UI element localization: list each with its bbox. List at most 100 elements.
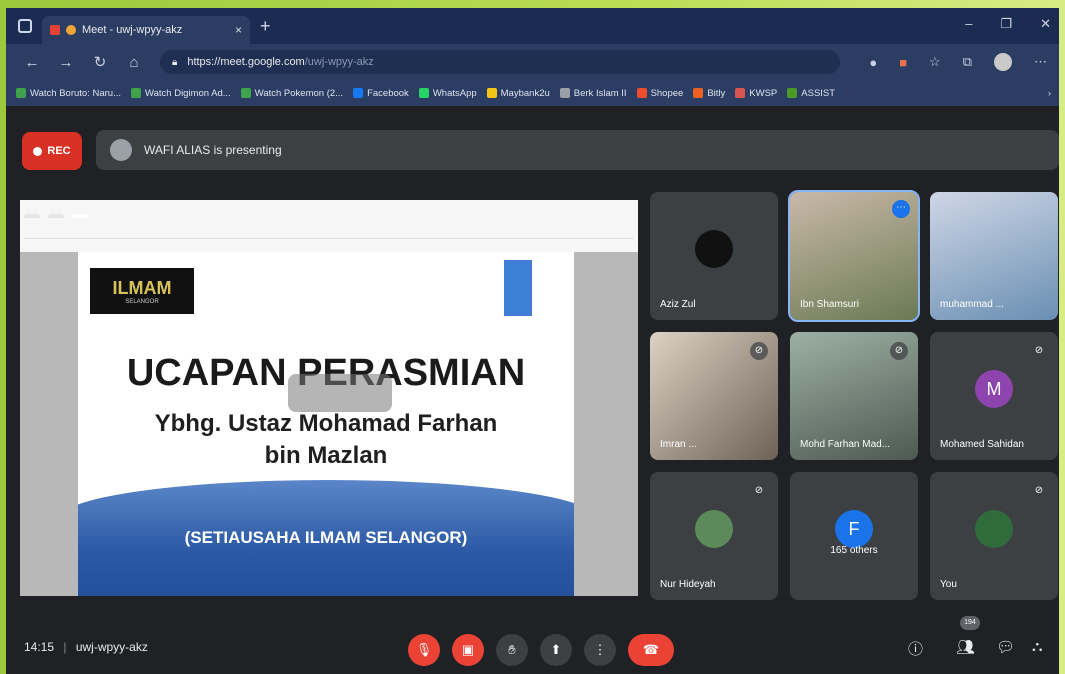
recording-badge[interactable]: REC (22, 132, 82, 170)
home-icon[interactable]: ⌂ (126, 54, 142, 71)
bookmark-item[interactable]: Watch Pokemon (2... (240, 88, 343, 99)
bookmark-item[interactable]: Watch Digimon Ad... (131, 88, 231, 99)
pdf-left-gutter (20, 252, 78, 596)
participant-tile[interactable]: muhammad ... (930, 192, 1058, 320)
more-vert-icon: ⋮ (593, 642, 607, 657)
participant-tile[interactable]: ⊘ Imran ... (650, 332, 778, 460)
hand-icon: ✋︎ (508, 642, 516, 657)
participant-tile[interactable]: M ⊘ Mohamed Sahidan (930, 332, 1058, 460)
tab-close-icon[interactable]: × (235, 23, 242, 37)
bookmark-label: Facebook (367, 87, 409, 99)
url-path: /uwj-wpyy-akz (304, 56, 374, 68)
lock-icon[interactable]: 🔒︎ (172, 57, 177, 68)
bookmark-item[interactable]: Bitly (693, 88, 725, 99)
participant-tile[interactable]: ⋯ Ibn Shamsuri (788, 190, 920, 322)
camera-blocked-icon[interactable]: ■ (899, 55, 907, 70)
minimize-button[interactable]: – (965, 16, 972, 32)
bookmark-item[interactable]: Facebook (353, 88, 409, 99)
info-icon[interactable]: ⓘ (908, 638, 923, 659)
bookmark-favicon-icon (418, 88, 429, 98)
back-arrow-icon[interactable]: ← (24, 54, 40, 71)
window-menu-icon[interactable] (18, 19, 32, 33)
tile-options-icon[interactable]: ⋯ (892, 200, 910, 218)
forward-arrow-icon[interactable]: → (58, 54, 74, 71)
slide-footer: (SETIAUSAHA ILMAM SELANGOR) (184, 528, 468, 547)
camera-off-button[interactable]: ▣ (452, 634, 484, 666)
bookmark-label: Berk Islam II (573, 87, 627, 99)
chat-icon[interactable]: 💬︎ (996, 638, 1015, 656)
bookmark-label: Shopee (650, 87, 684, 99)
collections-icon[interactable]: ⧉ (963, 54, 972, 70)
bookmark-favicon-icon (559, 88, 570, 98)
bookmark-favicon-icon (735, 88, 746, 98)
more-options-button[interactable]: ⋮ (584, 634, 616, 666)
record-dot-icon (33, 146, 43, 156)
participant-name: Imran ... (660, 439, 697, 450)
favorites-icon[interactable]: ☆ (929, 54, 941, 70)
participant-tile[interactable]: Aziz Zul (650, 192, 778, 320)
participant-avatar: F (835, 510, 873, 548)
mic-muted-icon: ⊘ (750, 342, 768, 360)
pdf-tabs (24, 214, 88, 218)
participant-tile[interactable]: F 165 others (790, 472, 918, 600)
present-screen-button[interactable]: ⬆ (540, 634, 572, 666)
pdf-tab (24, 214, 40, 218)
bookmark-item[interactable]: ASSIST (787, 88, 835, 99)
slide-subtitle-line2: bin Mazlan (264, 442, 388, 469)
slide-accent-block (504, 260, 532, 316)
participant-tile[interactable]: ⊘ You (930, 472, 1058, 600)
bookmark-label: ASSIST (801, 87, 836, 99)
bookmark-item[interactable]: Watch Boruto: Naru... (16, 88, 121, 99)
bookmark-favicon-icon (16, 88, 26, 98)
reload-icon[interactable]: ↻ (92, 53, 108, 71)
participant-name: Mohamed Sahidan (940, 439, 1024, 450)
mic-muted-icon: ⊘ (890, 342, 908, 360)
pdf-viewer-toolbar (20, 200, 638, 253)
mic-muted-icon: ⊘ (1030, 482, 1048, 500)
close-window-button[interactable]: ✕ (1040, 16, 1051, 32)
participant-tile[interactable]: ⊘ Mohd Farhan Mad... (790, 332, 918, 460)
microphone-icon[interactable]: ● (869, 55, 877, 70)
bookmark-label: Watch Digimon Ad... (145, 87, 231, 99)
activities-icon[interactable]: ⛬ (1032, 638, 1043, 655)
browser-toolbar: ← → ↻ ⌂ 🔒︎ https://meet.google.com/uwj-w… (6, 44, 1059, 80)
participant-name: Aziz Zul (660, 299, 696, 310)
bookmark-item[interactable]: Maybank2u (486, 87, 550, 99)
bookmark-item[interactable]: Berk Islam II (559, 87, 627, 99)
browser-actions: ● ■ ☆ ⧉ ⋯ (869, 53, 1047, 71)
bookmark-item[interactable]: WhatsApp (418, 88, 477, 99)
participant-tile[interactable]: ⊘ Nur Hideyah (650, 472, 778, 600)
profile-avatar[interactable] (994, 53, 1012, 71)
leave-call-button[interactable]: ☎ (628, 634, 674, 666)
bookmark-label: Maybank2u (500, 87, 550, 99)
address-bar[interactable]: 🔒︎ https://meet.google.com/uwj-wpyy-akz (160, 50, 840, 74)
bookmark-label: Watch Boruto: Naru... (30, 87, 121, 99)
people-icon[interactable]: 👥︎ (956, 638, 975, 656)
shared-screen[interactable]: ILMAM SELANGOR UCAPAN PERASMIAN Ybhg. Ust… (20, 200, 638, 596)
mic-off-button[interactable]: 🎙︎ (408, 634, 440, 666)
participant-avatar: M (975, 370, 1013, 408)
screen-frame: Meet - uwj-wpyy-akz × + – ❐ ✕ ← → ↻ ⌂ 🔒︎… (6, 8, 1059, 674)
workspace-icon (50, 25, 60, 35)
logo-text: ILMAM (112, 277, 172, 298)
pdf-tab (72, 214, 88, 218)
mic-muted-icon: ⊘ (1030, 342, 1048, 360)
slide-subtitle-line1: Ybhg. Ustaz Mohamad Farhan (154, 410, 498, 437)
menu-dots-icon[interactable]: ⋯ (1034, 54, 1047, 70)
raise-hand-button[interactable]: ✋︎ (496, 634, 528, 666)
bookmark-item[interactable]: KWSP (735, 88, 777, 99)
participant-name: 165 others (830, 545, 878, 556)
bookmark-item[interactable]: Shopee (636, 87, 684, 99)
maximize-button[interactable]: ❐ (1000, 16, 1012, 32)
info-separator: | (63, 640, 67, 654)
bookmark-favicon-icon (693, 88, 704, 98)
bookmark-favicon-icon (486, 88, 497, 98)
participant-avatar (695, 230, 733, 268)
mic-muted-icon: ⊘ (750, 482, 768, 500)
bookmarks-bar: Watch Boruto: Naru... Watch Digimon Ad...… (6, 80, 1059, 106)
meeting-code: uwj-wpyy-akz (75, 640, 148, 654)
browser-tab[interactable]: Meet - uwj-wpyy-akz × (42, 16, 250, 44)
bookmark-label: KWSP (749, 87, 778, 99)
new-tab-button[interactable]: + (260, 16, 271, 37)
bookmarks-overflow-icon[interactable]: › (1048, 88, 1051, 99)
